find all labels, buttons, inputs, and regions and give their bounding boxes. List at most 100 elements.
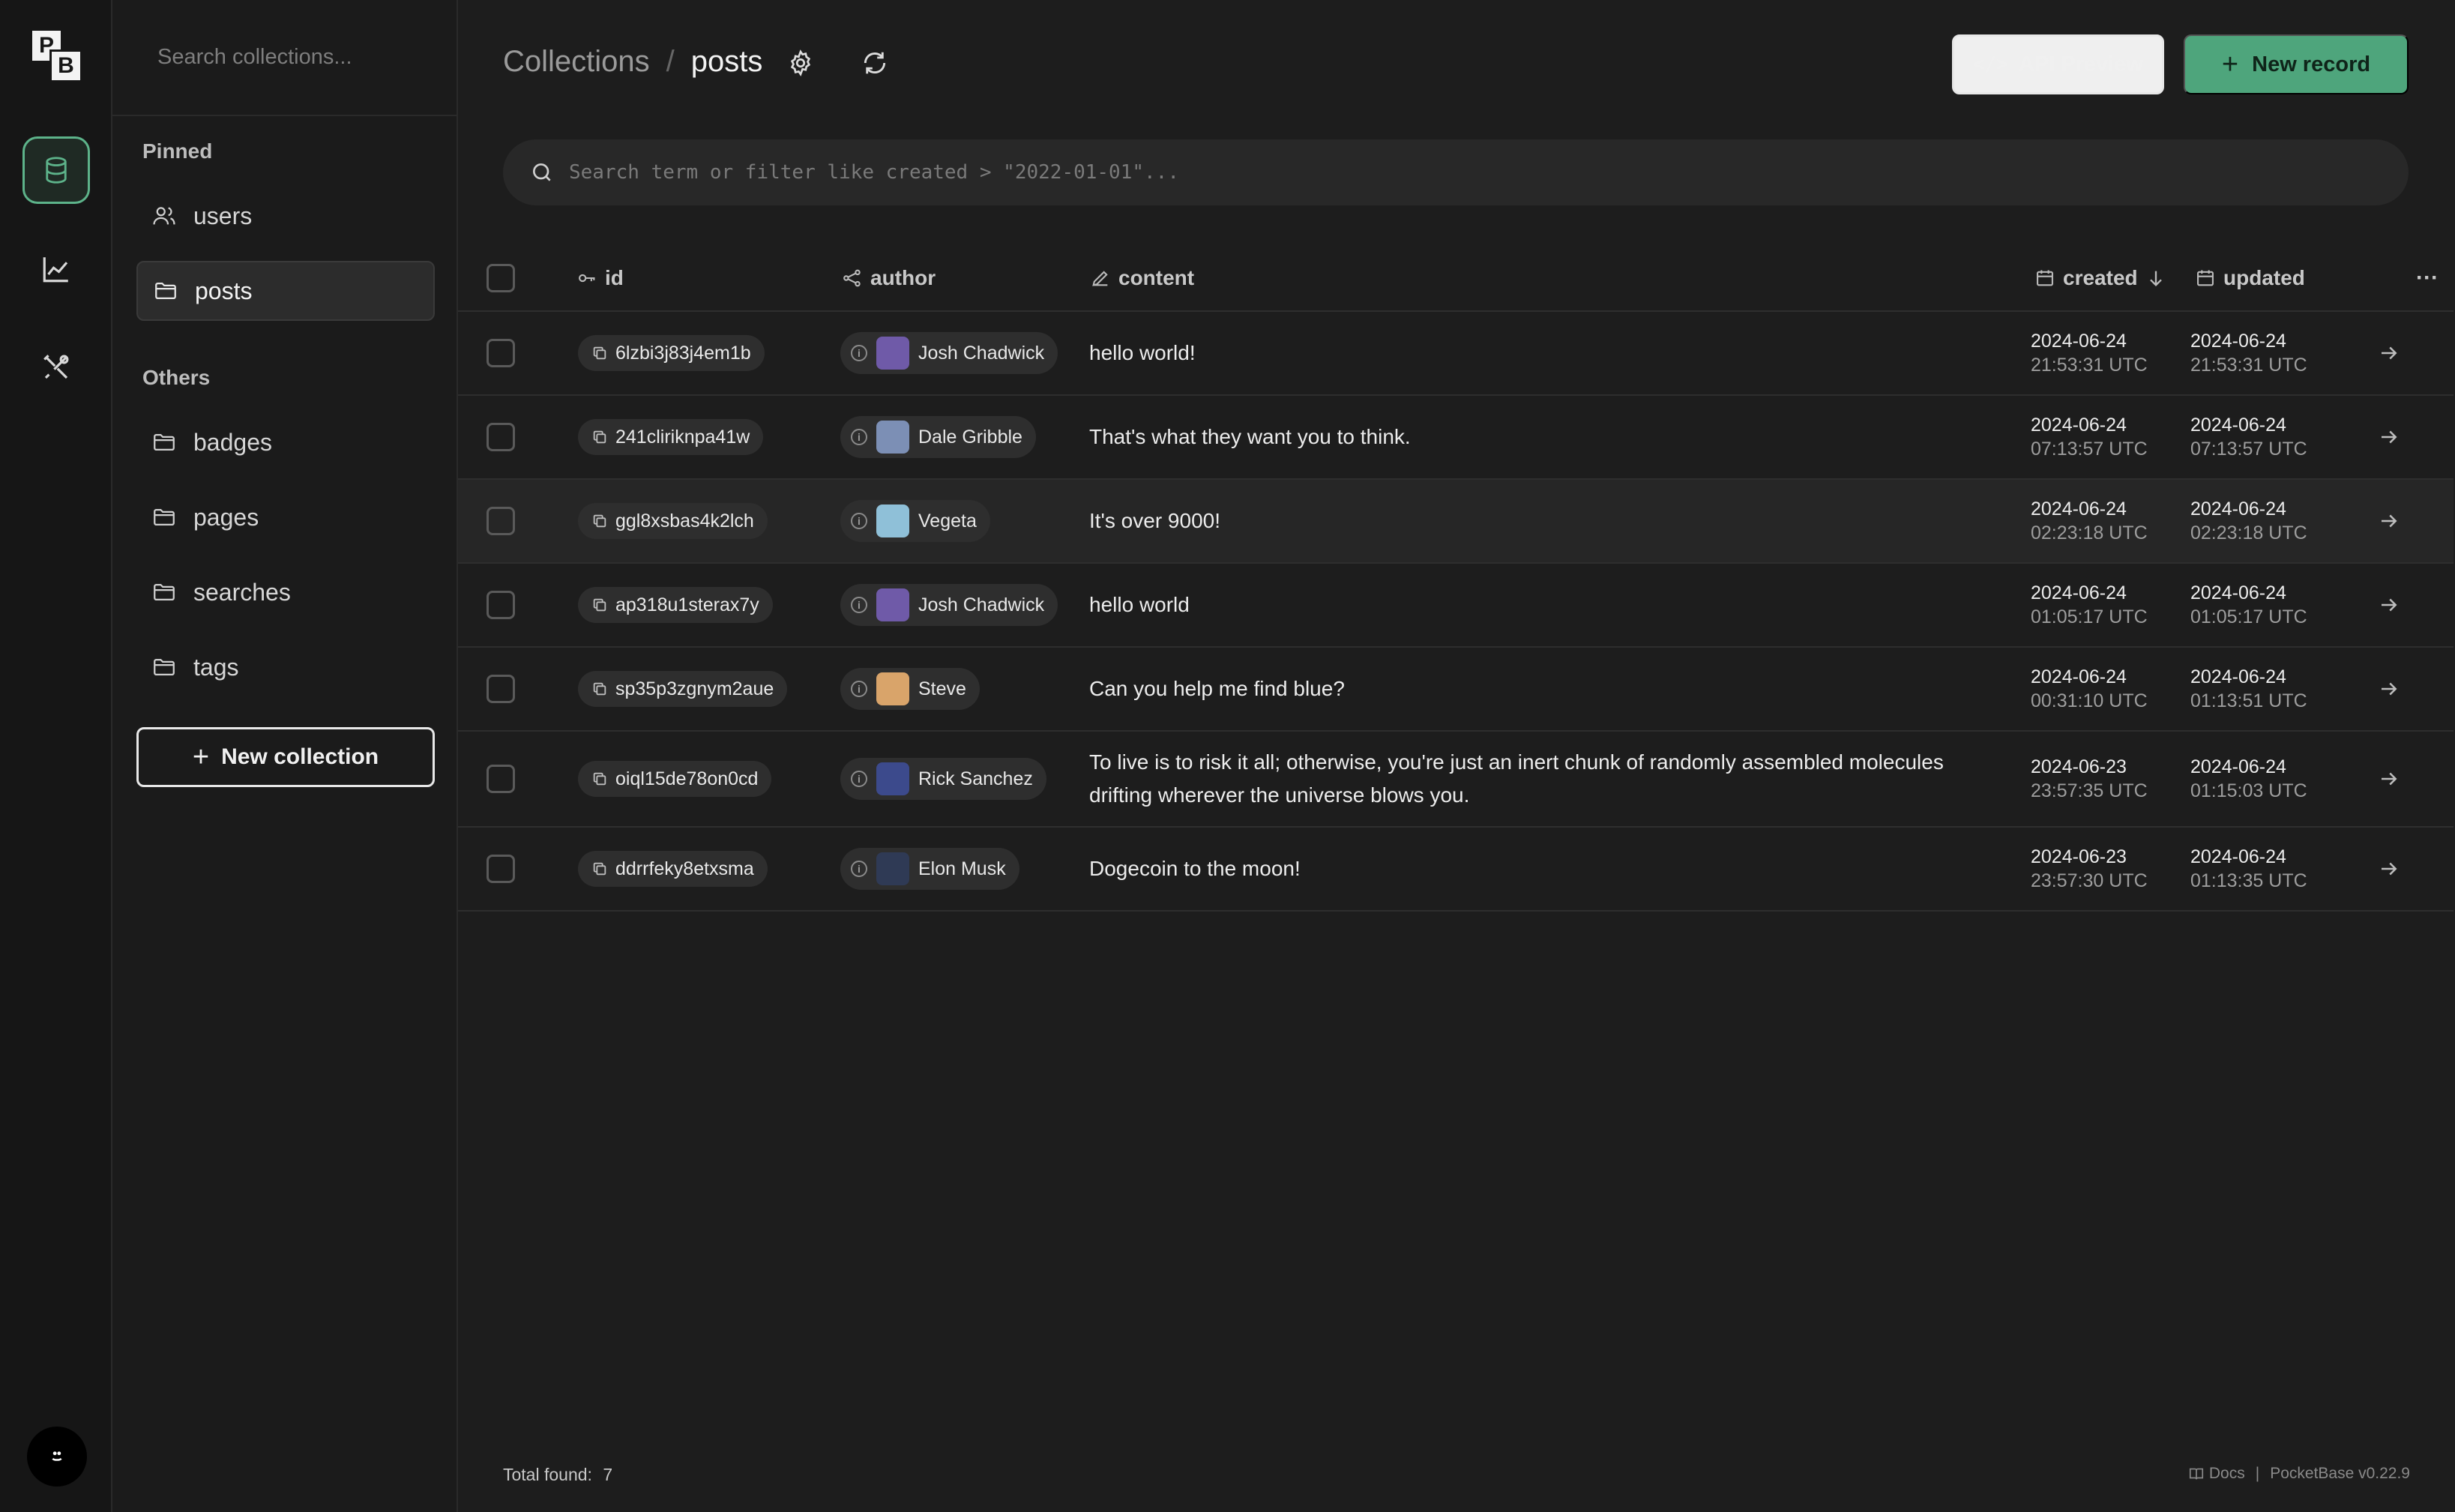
updated-date: 2024-06-24 (2190, 415, 2286, 436)
column-label: id (605, 266, 624, 289)
table-row[interactable]: oiql15de78on0cd i Rick Sanchez To live i… (458, 732, 2454, 828)
id-copy-pill[interactable]: 241cliriknpa41w (578, 419, 764, 455)
table-row[interactable]: ddrrfeky8etxsma i Elon Musk Dogecoin to … (458, 828, 2454, 912)
refresh-button[interactable] (857, 45, 893, 81)
open-record-button[interactable] (2378, 828, 2400, 910)
admin-avatar[interactable] (27, 1427, 87, 1487)
filter-input[interactable] (569, 161, 2293, 184)
created-cell: 2024-06-24 21:53:31 UTC (2031, 312, 2148, 394)
id-copy-pill[interactable]: ddrrfeky8etxsma (578, 851, 768, 887)
updated-time: 02:23:18 UTC (2190, 522, 2307, 543)
row-checkbox[interactable] (487, 591, 515, 619)
open-record-button[interactable] (2378, 564, 2400, 646)
author-relation-pill[interactable]: i Josh Chadwick (840, 584, 1058, 626)
id-copy-pill[interactable]: sp35p3zgnym2aue (578, 671, 788, 707)
author-relation-pill[interactable]: i Rick Sanchez (840, 758, 1046, 800)
author-cell: i Elon Musk (840, 828, 1019, 910)
updated-time: 21:53:31 UTC (2190, 355, 2307, 376)
docs-link[interactable]: Docs (2209, 1465, 2245, 1483)
chart-line-icon (43, 257, 68, 283)
sidebar-item-pages[interactable]: pages (136, 487, 435, 547)
content-cell: To live is to risk it all; otherwise, yo… (1089, 732, 2004, 826)
row-checkbox[interactable] (487, 423, 515, 451)
created-time: 23:57:35 UTC (2031, 780, 2148, 801)
open-record-button[interactable] (2378, 732, 2400, 826)
table-row[interactable]: 241cliriknpa41w i Dale Gribble That's wh… (458, 396, 2454, 480)
open-record-button[interactable] (2378, 312, 2400, 394)
sidebar-item-users[interactable]: users (136, 186, 435, 246)
open-record-button[interactable] (2378, 396, 2400, 478)
new-collection-button[interactable]: + New collection (136, 727, 435, 787)
created-time: 00:31:10 UTC (2031, 690, 2148, 711)
columns-options-button[interactable]: ··· (2079, 244, 2439, 312)
search-icon (533, 163, 551, 181)
author-name: Steve (918, 678, 966, 699)
collections-search-input[interactable] (157, 45, 427, 70)
table-row[interactable]: ap318u1sterax7y i Josh Chadwick hello wo… (458, 564, 2454, 648)
sidebar-item-posts[interactable]: posts (136, 261, 435, 321)
row-select-cell (487, 480, 515, 562)
footer-links: Docs | PocketBase v0.22.9 (2188, 1465, 2410, 1483)
version-label[interactable]: PocketBase v0.22.9 (2270, 1465, 2410, 1483)
logs-nav-button[interactable] (22, 235, 90, 303)
author-relation-pill[interactable]: i Elon Musk (840, 848, 1019, 890)
new-record-button[interactable]: + New record (2184, 34, 2409, 94)
table-row[interactable]: 6lzbi3j83j4em1b i Josh Chadwick hello wo… (458, 312, 2454, 396)
id-copy-pill[interactable]: 6lzbi3j83j4em1b (578, 335, 765, 371)
created-date: 2024-06-24 (2031, 666, 2127, 687)
copy-icon (593, 346, 606, 360)
sidebar-item-tags[interactable]: tags (136, 637, 435, 697)
folder-icon (154, 658, 175, 676)
sidebar-item-searches[interactable]: searches (136, 562, 435, 622)
main-panel: Collections / posts </> API Preview + Ne (458, 0, 2455, 1512)
row-checkbox[interactable] (487, 507, 515, 535)
sidebar-item-badges[interactable]: badges (136, 412, 435, 472)
new-record-label: New record (2252, 52, 2371, 76)
settings-nav-button[interactable] (22, 334, 90, 401)
updated-time: 01:05:17 UTC (2190, 606, 2307, 627)
select-all-checkbox[interactable] (487, 264, 515, 292)
column-header-id[interactable]: id (576, 244, 624, 312)
app: P B Search collections... Pinned users p… (0, 0, 2455, 1512)
author-relation-pill[interactable]: i Vegeta (840, 500, 990, 542)
open-record-button[interactable] (2378, 648, 2400, 730)
code-icon: </> (1973, 53, 2008, 76)
copy-icon (593, 514, 606, 528)
content-cell: Dogecoin to the moon! (1089, 828, 2004, 910)
row-checkbox[interactable] (487, 765, 515, 793)
api-preview-button[interactable]: </> API Preview (1952, 34, 2164, 94)
smiley-icon (52, 1451, 62, 1461)
row-checkbox[interactable] (487, 339, 515, 367)
content-cell: It's over 9000! (1089, 480, 2004, 562)
id-copy-pill[interactable]: ggl8xsbas4k2lch (578, 503, 768, 539)
updated-time: 01:13:51 UTC (2190, 690, 2307, 711)
collections-search (112, 0, 457, 116)
id-copy-pill[interactable]: oiql15de78on0cd (578, 761, 772, 797)
author-name: Josh Chadwick (918, 342, 1045, 364)
row-checkbox[interactable] (487, 675, 515, 703)
column-header-content[interactable]: content (1090, 244, 1194, 312)
others-heading: Others (142, 366, 211, 389)
id-copy-pill[interactable]: ap318u1sterax7y (578, 587, 773, 623)
created-date: 2024-06-24 (2031, 499, 2127, 519)
collections-nav-button[interactable] (22, 136, 90, 204)
author-relation-pill[interactable]: i Steve (840, 668, 980, 710)
author-relation-pill[interactable]: i Dale Gribble (840, 416, 1036, 458)
open-record-button[interactable] (2378, 480, 2400, 562)
select-all-cell (487, 244, 515, 312)
author-cell: i Steve (840, 648, 980, 730)
created-date: 2024-06-24 (2031, 582, 2127, 603)
author-relation-pill[interactable]: i Josh Chadwick (840, 332, 1058, 374)
relation-icon (843, 269, 861, 287)
pocketbase-logo[interactable]: P B (30, 28, 84, 82)
table-row[interactable]: sp35p3zgnym2aue i Steve Can you help me … (458, 648, 2454, 732)
table-row[interactable]: ggl8xsbas4k2lch i Vegeta It's over 9000!… (458, 480, 2454, 564)
arrow-right-icon (2382, 346, 2397, 360)
page-title: posts (690, 45, 763, 78)
row-checkbox[interactable] (487, 855, 515, 883)
column-header-author[interactable]: author (842, 244, 936, 312)
id-cell: ggl8xsbas4k2lch (578, 480, 768, 562)
collection-settings-button[interactable] (783, 45, 819, 81)
breadcrumb-collections[interactable]: Collections (503, 45, 650, 79)
updated-cell: 2024-06-24 02:23:18 UTC (2190, 480, 2307, 562)
